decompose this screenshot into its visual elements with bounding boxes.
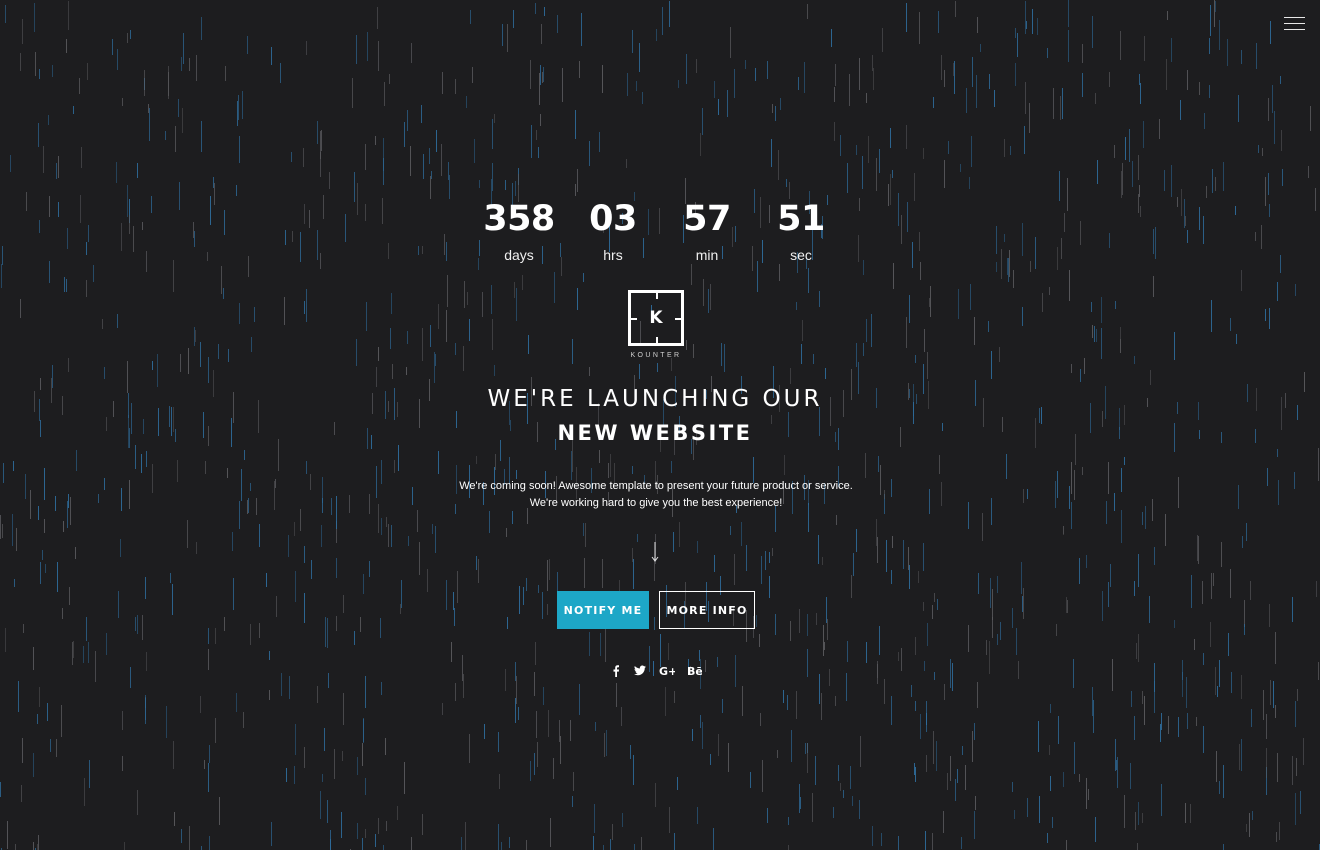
- countdown-days-value: 358: [483, 199, 555, 239]
- countdown-days: 358 days: [472, 196, 566, 264]
- description-line-2: We're working hard to give you the best …: [529, 497, 783, 509]
- social-links: G+ Bē: [0, 665, 1312, 681]
- arrow-down-icon[interactable]: [648, 541, 662, 563]
- google-plus-icon[interactable]: G+: [658, 665, 677, 681]
- countdown-hours: 03 hrs: [566, 196, 660, 264]
- svg-text:Bē: Bē: [687, 665, 702, 676]
- countdown-days-label: days: [504, 247, 534, 263]
- countdown-seconds: 51 sec: [754, 196, 848, 264]
- facebook-icon[interactable]: [610, 665, 622, 681]
- description: We're coming soon! Awesome template to p…: [0, 478, 1312, 512]
- logo-wordmark: KOUNTER: [630, 352, 682, 359]
- countdown-timer: 358 days 03 hrs 57 min 51 sec: [0, 196, 1320, 264]
- svg-text:G+: G+: [659, 665, 675, 676]
- countdown-minutes-label: min: [695, 247, 719, 263]
- behance-icon[interactable]: Bē: [687, 665, 703, 681]
- menu-line: [1284, 29, 1305, 30]
- twitter-icon[interactable]: [633, 665, 647, 681]
- notify-me-button[interactable]: NOTIFY ME: [557, 591, 649, 629]
- hamburger-menu-icon[interactable]: [1284, 16, 1305, 32]
- headline-line-2: NEW WEBSITE: [557, 421, 753, 445]
- countdown-seconds-label: sec: [790, 247, 812, 263]
- countdown-minutes: 57 min: [660, 196, 754, 264]
- countdown-hours-value: 03: [589, 199, 637, 239]
- more-info-button[interactable]: MORE INFO: [659, 591, 755, 629]
- description-line-1: We're coming soon! Awesome template to p…: [459, 480, 853, 492]
- menu-line: [1284, 17, 1305, 18]
- landing-page: 358 days 03 hrs 57 min 51 sec K KOUNTER …: [0, 0, 1320, 850]
- menu-line: [1284, 23, 1305, 24]
- countdown-hours-label: hrs: [603, 247, 623, 263]
- countdown-minutes-value: 57: [683, 199, 731, 239]
- headline-line-1: WE'RE LAUNCHING OUR: [487, 386, 823, 412]
- logo-mark: K: [628, 290, 684, 346]
- countdown-seconds-value: 51: [777, 199, 825, 239]
- logo-letter: K: [649, 308, 663, 328]
